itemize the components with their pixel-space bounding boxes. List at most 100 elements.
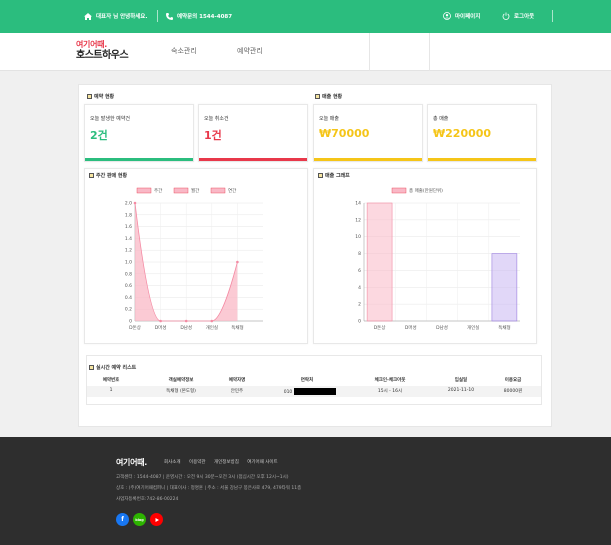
nav-room-management[interactable]: 숙소관리 [171, 46, 197, 56]
x-tick-label: 개인실 [467, 324, 479, 331]
top-bar: 대표자 님 안녕하세요. 예약문의 1544-4087 마이페이지 로그아웃 [0, 0, 611, 33]
y-tick-label: 0.4 [125, 295, 132, 301]
weekly-sales-chart-box: 주간 판매 현황 주간 월간 연간 2.0 1.8 1.6 1.4 1.2 1.0 0.8 0.6 0… [84, 168, 308, 344]
logo-bottom: 호스트하우스 [76, 50, 129, 61]
data-point[interactable] [236, 260, 239, 264]
x-tick-label: 독채형 [498, 324, 510, 331]
legend-swatch [136, 187, 152, 194]
mypage-link[interactable]: 마이페이지 [443, 12, 480, 20]
brand-logo[interactable]: 여기어때. 호스트하우스 [76, 41, 136, 62]
y-tick-label: 2.0 [125, 201, 132, 207]
row-cell-price: 80000원 [503, 389, 523, 394]
home-icon [84, 12, 92, 20]
stat-bar [199, 158, 307, 161]
footer-link-site[interactable]: 여기어때 사이트 [247, 460, 277, 465]
y-tick-label: 10 [355, 234, 361, 240]
row-cell-date: 2021-11-10 [447, 388, 475, 393]
data-point[interactable] [159, 319, 162, 323]
header-cell: 이용요금 [504, 378, 522, 383]
realtime-reservation-list: 실시간 예약 리스트 예약번호 객실예약정보 예약자명 연락처 체크인-체크아웃… [86, 355, 542, 405]
logo-top: 여기어때. [76, 40, 107, 49]
topbar-divider [157, 10, 158, 22]
calendar-icon [89, 365, 94, 370]
legend-label[interactable]: 월간 [191, 187, 199, 194]
y-tick-label: 14 [355, 201, 361, 207]
stat-bar [314, 158, 422, 161]
youtube-icon[interactable] [150, 513, 163, 526]
stat-label: 총 매출 [433, 116, 449, 122]
stat-label: 오늘 취소건 [204, 116, 229, 122]
y-tick-label: 0.6 [125, 283, 132, 289]
logout-label: 로그아웃 [514, 14, 535, 20]
footer-link-terms[interactable]: 이용약관 [189, 460, 206, 465]
x-tick-label: D남성 [180, 324, 192, 331]
x-tick-label: D머성 [405, 324, 417, 331]
weekly-sales-chart: 주간 월간 연간 2.0 1.8 1.6 1.4 1.2 1.0 0.8 0.6 0.4 0.2 0D돈상… [125, 187, 263, 331]
chart-icon [89, 173, 94, 178]
chart-icon [318, 173, 323, 178]
stat-bar [85, 158, 193, 161]
bar[interactable] [491, 253, 518, 322]
header-cell: 예약번호 [102, 378, 120, 383]
nav-reservation-management[interactable]: 예약관리 [237, 46, 263, 56]
facebook-icon[interactable]: f [116, 513, 129, 526]
row-cell-phone: 010 [277, 388, 343, 395]
header-divider [369, 33, 370, 71]
stat-label: 오늘 매출 [319, 116, 339, 122]
row-cell-no: 1 [109, 388, 113, 393]
row-cell-room: 독채형 (본도형) [166, 389, 196, 394]
footer: 여기어때. 회사소개 이용약관 개인정보방침 여기어때 사이트 고객센터 : 1… [0, 437, 611, 545]
weekly-chart-title: 주간 판매 현황 [89, 172, 127, 179]
blog-icon[interactable]: blog [133, 513, 146, 526]
contact-info[interactable]: 예약문의 1544-4087 [166, 12, 232, 20]
footer-link-company[interactable]: 회사소개 [164, 460, 181, 465]
power-icon [502, 12, 510, 20]
data-point[interactable] [133, 201, 137, 205]
logout-button[interactable]: 로그아웃 [502, 12, 534, 20]
stat-value: 1건 [204, 129, 222, 142]
realtime-list-title: 실시간 예약 리스트 [89, 364, 136, 371]
y-tick-label: 0.2 [125, 307, 132, 313]
bar[interactable] [366, 202, 393, 322]
y-tick-label: 2 [358, 302, 361, 308]
legend-label[interactable]: 주간 [154, 187, 162, 194]
y-tick-label: 1.8 [125, 212, 132, 218]
header-divider [429, 33, 430, 71]
y-tick-label: 0 [129, 319, 132, 325]
table-header: 예약번호 객실예약정보 예약자명 연락처 체크인-체크아웃 입실일 이용요금 [87, 375, 541, 384]
y-tick-label: 4 [358, 285, 361, 291]
stat-label: 오늘 발생한 예약건 [90, 116, 130, 122]
data-point[interactable] [210, 319, 214, 323]
y-tick-label: 1.6 [125, 224, 132, 230]
stat-value: ₩220000 [433, 127, 492, 140]
header-cell: 체크인-체크아웃 [374, 378, 406, 383]
sales-graph-title: 매출 그래프 [318, 172, 350, 179]
row-cell-checkin: 15시 - 16시 [377, 389, 403, 394]
y-tick-label: 12 [355, 217, 361, 223]
stat-bar [428, 158, 536, 161]
footer-info-line: 사업자등록번호:742-86-00224 [116, 497, 179, 502]
x-tick-label: D돈상 [374, 324, 386, 331]
footer-logo[interactable]: 여기어때. [116, 457, 147, 468]
table-row[interactable]: 1 독채형 (본도형) 안민주 010 15시 - 16시 2021-11-10… [87, 386, 541, 397]
y-tick-label: 8 [358, 251, 361, 257]
user-icon [443, 12, 451, 20]
header-cell: 객실예약정보 [168, 378, 194, 383]
x-tick-label: D돈상 [129, 324, 141, 331]
stat-value: 2건 [90, 129, 108, 142]
mypage-label: 마이페이지 [455, 14, 481, 20]
main-header: 여기어때. 호스트하우스 숙소관리 예약관리 [0, 33, 611, 71]
y-tick-label: 1.2 [125, 248, 132, 254]
footer-info-line: 고객센터 : 1544-4087 | 운영시간 : 오전 9시 30분~오전 3… [116, 475, 289, 480]
header-cell: 연락처 [300, 378, 314, 383]
legend-label[interactable]: 연간 [228, 187, 236, 194]
data-point[interactable] [184, 319, 188, 323]
footer-links: 회사소개 이용약관 개인정보방침 여기어때 사이트 [164, 459, 285, 465]
welcome-message: 대표자 님 안녕하세요. [84, 12, 147, 20]
header-cell: 예약자명 [228, 378, 246, 383]
legend-label[interactable]: 총 매출(만원단위) [409, 187, 443, 194]
footer-link-privacy[interactable]: 개인정보방침 [214, 460, 239, 465]
today-cancellations-card: 오늘 취소건 1건 [198, 104, 308, 162]
reservation-status-title: 예약 현황 [87, 93, 114, 100]
today-new-reservations-card: 오늘 발생한 예약건 2건 [84, 104, 194, 162]
